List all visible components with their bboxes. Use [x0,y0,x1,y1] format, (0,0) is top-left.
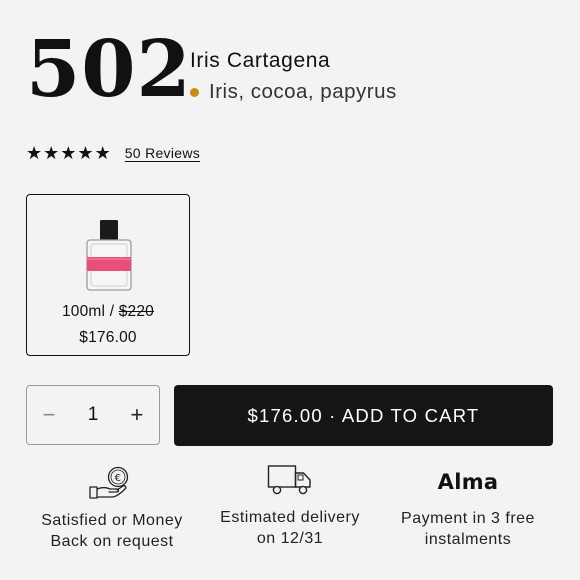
svg-text:€: € [115,473,122,484]
star-icon: ★ [94,143,111,163]
perfume-notes: Iris, cocoa, papyrus [190,80,397,104]
star-rating: ★ ★ ★ ★ ★ [26,143,111,163]
variant-original-price: $220 [118,303,155,320]
perfume-bottle-icon [86,220,132,291]
perfume-number: 502 [26,24,192,115]
instalments-label: Payment in 3 free instalments [401,510,535,548]
star-icon: ★ [60,143,77,163]
star-icon: ★ [77,143,94,163]
notes-text: Iris, cocoa, papyrus [209,80,397,103]
star-icon: ★ [26,143,43,163]
delivery-truck-icon [267,465,311,495]
alma-logo: Alma [437,470,499,494]
hand-euro-coin-icon: € [89,466,129,499]
variant-size: 100ml / $220 [27,303,189,321]
perfume-name: Iris Cartagena [190,49,331,72]
quantity-stepper: − 1 + [26,385,160,445]
quantity-value[interactable]: 1 [88,404,99,426]
instalments-feature: Alma Payment in 3 free instalments [398,470,538,550]
delivery-feature: Estimated delivery on 12/31 [220,464,360,549]
increase-quantity-button[interactable]: + [115,386,159,444]
star-icon: ★ [43,143,60,163]
rating: ★ ★ ★ ★ ★ 50 Reviews [26,143,200,163]
delivery-label: Estimated delivery on 12/31 [220,509,360,547]
reviews-link[interactable]: 50 Reviews [125,145,200,161]
variant-price: $176.00 [79,329,137,346]
notes-dot-icon [190,87,199,97]
money-back-feature: € Satisfied or Money Back on request [40,466,184,552]
money-back-label: Satisfied or Money Back on request [41,512,183,550]
decrease-quantity-button[interactable]: − [27,386,71,444]
variant-size-label: 100ml / [61,303,115,320]
add-to-cart-button[interactable]: $176.00 · ADD TO CART [174,385,553,446]
variant-option-100ml[interactable]: 100ml / $220 $176.00 [26,194,190,356]
